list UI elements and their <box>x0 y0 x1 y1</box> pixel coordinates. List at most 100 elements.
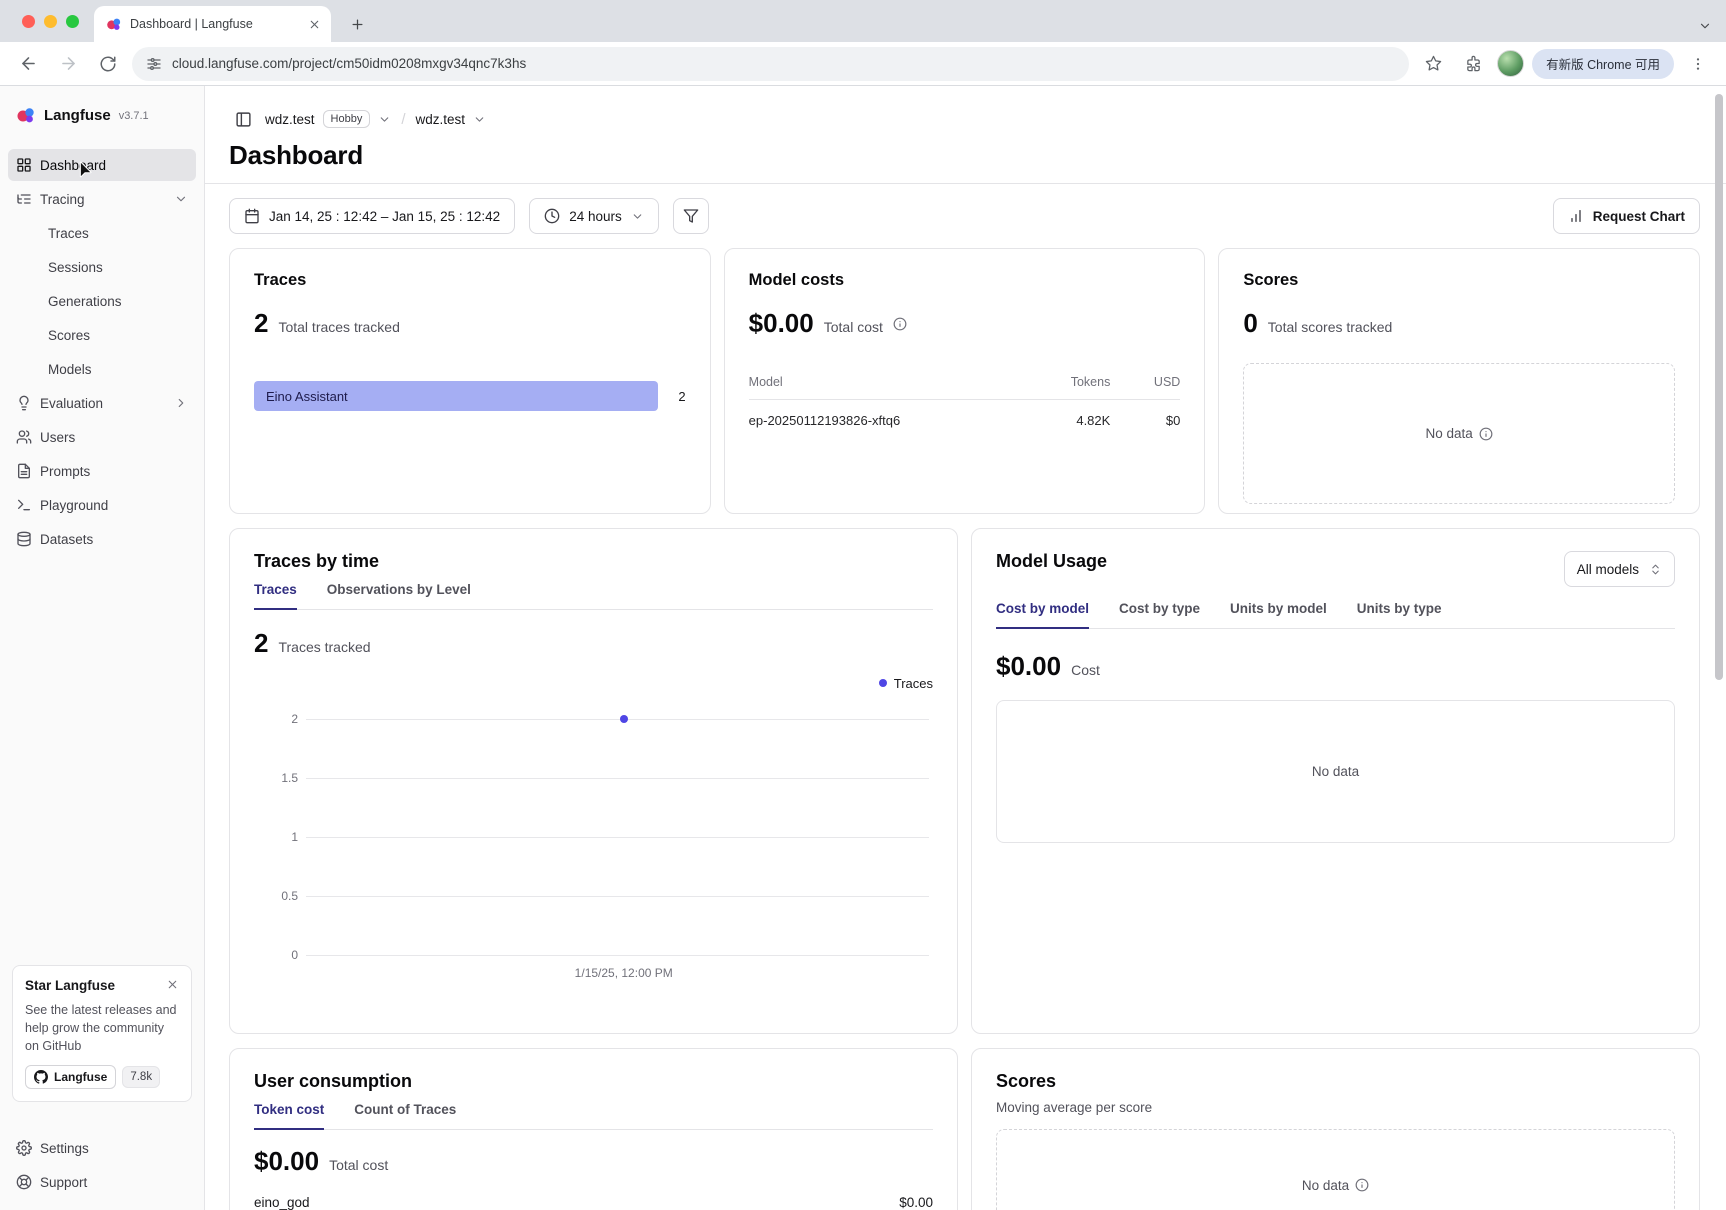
y-tick-label: 0.5 <box>254 889 298 903</box>
request-chart-button[interactable]: Request Chart <box>1553 198 1700 234</box>
sidebar-item-models[interactable]: Models <box>8 353 196 385</box>
sidebar-toggle-button[interactable] <box>229 105 257 133</box>
funnel-icon <box>683 208 699 224</box>
sidebar-item-label: Datasets <box>40 532 93 547</box>
time-window-select[interactable]: 24 hours <box>529 198 659 234</box>
back-icon[interactable] <box>12 48 44 80</box>
card-title: User consumption <box>254 1071 933 1092</box>
sidebar-item-users[interactable]: Users <box>8 421 196 453</box>
browser-window: Dashboard | Langfuse cloud.langfuse.com/… <box>0 0 1726 1210</box>
tab-observations-by-level[interactable]: Observations by Level <box>327 582 471 609</box>
list-item[interactable]: eino_god $0.00 <box>254 1195 933 1210</box>
gridline <box>306 955 929 956</box>
tab-token-cost[interactable]: Token cost <box>254 1102 324 1129</box>
close-icon[interactable] <box>166 978 179 991</box>
sidebar: Langfuse v3.7.1 Dashboard Tracing <box>0 86 205 1210</box>
chrome-update-button[interactable]: 有新版 Chrome 可用 <box>1532 49 1674 79</box>
profile-avatar[interactable] <box>1497 50 1524 77</box>
info-icon[interactable] <box>893 317 907 331</box>
browser-menu-icon[interactable] <box>1682 48 1714 80</box>
chevrons-up-down-icon <box>1649 563 1662 576</box>
scores-total-value: 0 <box>1243 308 1257 339</box>
sidebar-item-generations[interactable]: Generations <box>8 285 196 317</box>
card-subtitle: Moving average per score <box>996 1100 1675 1115</box>
sidebar-item-dashboard[interactable]: Dashboard <box>8 149 196 181</box>
traces-tracked-caption: Traces tracked <box>278 639 370 655</box>
user-consumption-caption: Total cost <box>329 1157 388 1173</box>
sidebar-item-scores[interactable]: Scores <box>8 319 196 351</box>
request-chart-label: Request Chart <box>1593 209 1685 224</box>
window-close-button[interactable] <box>22 15 35 28</box>
star-langfuse-card: Star Langfuse See the latest releases an… <box>12 965 192 1102</box>
site-settings-icon[interactable] <box>146 56 162 72</box>
page-header: wdz.test Hobby / wdz.test Dashboard <box>205 86 1726 184</box>
sidebar-item-label: Users <box>40 430 75 445</box>
bookmark-star-icon[interactable] <box>1417 48 1449 80</box>
forward-icon[interactable] <box>52 48 84 80</box>
breadcrumb-org[interactable]: wdz.test <box>265 112 315 127</box>
url-text: cloud.langfuse.com/project/cm50idm0208mx… <box>172 56 526 71</box>
sidebar-item-label: Tracing <box>40 192 85 207</box>
tab-units-by-type[interactable]: Units by type <box>1357 601 1442 628</box>
table-row[interactable]: ep-20250112193826-xftq6 4.82K $0 <box>749 400 1181 441</box>
sidebar-brand[interactable]: Langfuse v3.7.1 <box>0 86 204 136</box>
users-icon <box>16 429 32 445</box>
col-tokens: Tokens <box>1015 375 1110 389</box>
bar-chart-icon <box>1568 208 1584 224</box>
page-title: Dashboard <box>229 140 1700 171</box>
select-value: All models <box>1577 562 1639 577</box>
date-range-picker[interactable]: Jan 14, 25 : 12:42 – Jan 15, 25 : 12:42 <box>229 198 515 234</box>
card-title: Traces by time <box>254 551 933 572</box>
github-icon <box>34 1070 48 1084</box>
sidebar-item-support[interactable]: Support <box>8 1166 196 1198</box>
tab-units-by-model[interactable]: Units by model <box>1230 601 1327 628</box>
sidebar-item-settings[interactable]: Settings <box>8 1132 196 1164</box>
scrollbar[interactable] <box>1715 94 1723 680</box>
data-point[interactable] <box>620 715 628 723</box>
window-minimize-button[interactable] <box>44 15 57 28</box>
chevron-down-icon[interactable] <box>174 192 188 206</box>
sidebar-item-evaluation[interactable]: Evaluation <box>8 387 196 419</box>
org-switcher-chevron-icon[interactable] <box>378 113 391 126</box>
tab-cost-by-model[interactable]: Cost by model <box>996 601 1089 628</box>
extensions-puzzle-icon[interactable] <box>1457 48 1489 80</box>
browser-tab[interactable]: Dashboard | Langfuse <box>94 6 331 42</box>
gear-icon <box>16 1140 32 1156</box>
url-bar[interactable]: cloud.langfuse.com/project/cm50idm0208mx… <box>132 47 1409 81</box>
github-star-button[interactable]: Langfuse <box>25 1065 116 1089</box>
all-models-select[interactable]: All models <box>1564 551 1675 587</box>
tab-cost-by-type[interactable]: Cost by type <box>1119 601 1200 628</box>
new-tab-button[interactable] <box>344 11 370 37</box>
filter-bar: Jan 14, 25 : 12:42 – Jan 15, 25 : 12:42 … <box>229 198 1700 234</box>
sidebar-item-tracing[interactable]: Tracing <box>8 183 196 215</box>
chevron-right-icon[interactable] <box>174 396 188 410</box>
model-usage-cost-value: $0.00 <box>996 651 1061 682</box>
clock-icon <box>544 208 560 224</box>
sidebar-item-label: Playground <box>40 498 108 513</box>
tab-close-icon[interactable] <box>308 18 321 31</box>
traces-by-time-card: Traces by time Traces Observations by Le… <box>229 528 958 1034</box>
breadcrumb-project[interactable]: wdz.test <box>416 112 466 127</box>
window-zoom-button[interactable] <box>66 15 79 28</box>
card-title: Scores <box>996 1071 1675 1092</box>
tab-search-icon[interactable] <box>1698 19 1712 33</box>
sidebar-item-datasets[interactable]: Datasets <box>8 523 196 555</box>
filter-button[interactable] <box>673 198 709 234</box>
reload-icon[interactable] <box>92 48 124 80</box>
life-buoy-icon <box>16 1174 32 1190</box>
sidebar-item-traces[interactable]: Traces <box>8 217 196 249</box>
sidebar-item-playground[interactable]: Playground <box>8 489 196 521</box>
project-switcher-chevron-icon[interactable] <box>473 113 486 126</box>
traces-scatter-chart: 2 1.5 1 0.5 0 1/15/25, 12:00 PM <box>306 719 929 956</box>
tab-traces[interactable]: Traces <box>254 582 297 609</box>
cell-usd: $0 <box>1110 413 1180 428</box>
sidebar-item-prompts[interactable]: Prompts <box>8 455 196 487</box>
sidebar-item-sessions[interactable]: Sessions <box>8 251 196 283</box>
trace-name-bar[interactable]: Eino Assistant <box>254 381 658 411</box>
col-model: Model <box>749 375 1016 389</box>
tab-count-of-traces[interactable]: Count of Traces <box>354 1102 456 1129</box>
gridline <box>306 896 929 897</box>
scores-card: Scores 0 Total scores tracked No data <box>1218 248 1700 514</box>
model-usage-card: Model Usage All models Cost by model Cos… <box>971 528 1700 1034</box>
traces-bar-row: Eino Assistant 2 <box>254 381 686 411</box>
